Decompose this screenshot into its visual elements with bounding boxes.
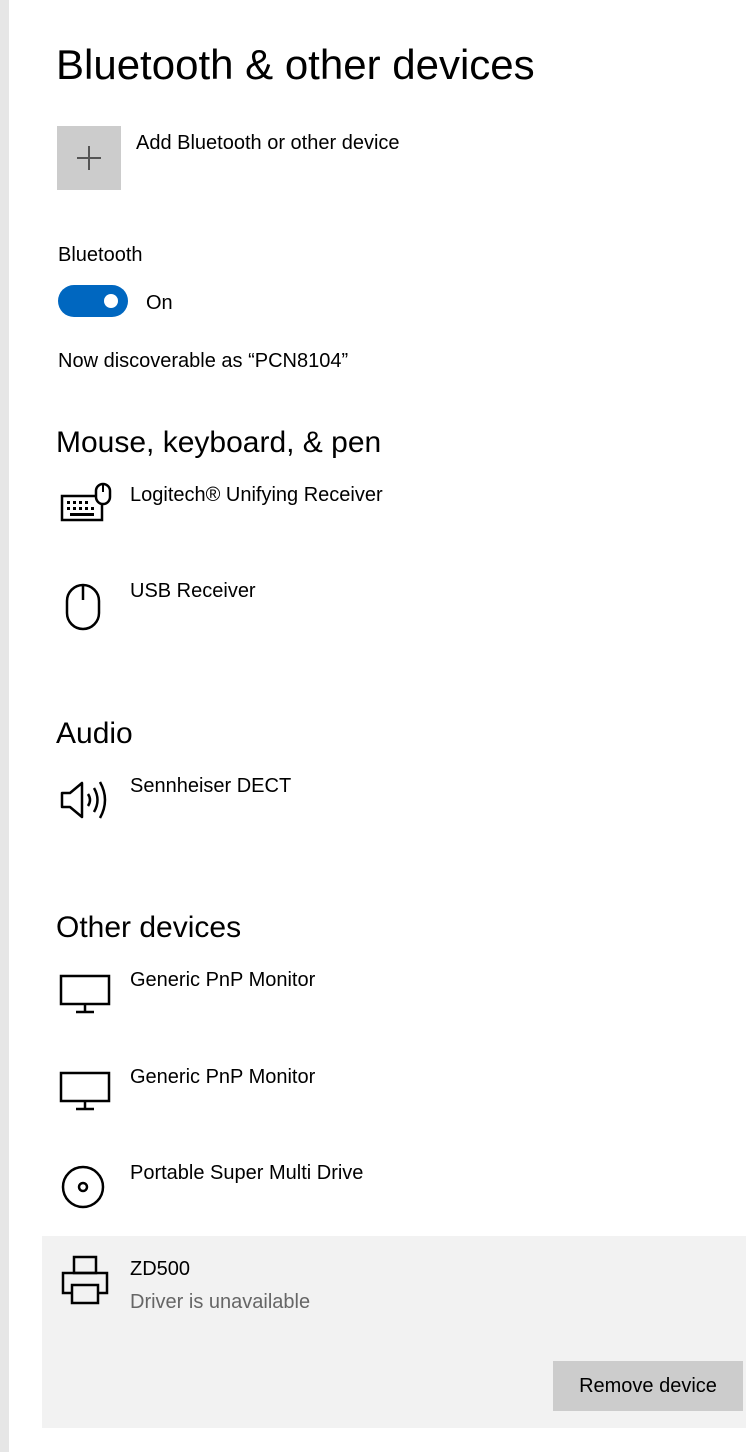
plus-icon <box>76 145 102 171</box>
add-device-button[interactable] <box>57 126 121 190</box>
device-name: ZD500 <box>130 1258 191 1280</box>
device-row-logitech[interactable]: Logitech® Unifying Receiver <box>56 476 736 536</box>
device-name: Logitech® Unifying Receiver <box>130 484 383 506</box>
monitor-icon <box>58 973 114 1015</box>
keyboard-icon <box>58 480 114 526</box>
section-title-audio: Audio <box>56 717 133 750</box>
speaker-icon <box>58 775 118 825</box>
device-row-usb-receiver[interactable]: USB Receiver <box>56 572 736 638</box>
remove-device-button[interactable]: Remove device <box>553 1361 743 1411</box>
device-name: Generic PnP Monitor <box>130 1066 316 1088</box>
device-row-monitor-2[interactable]: Generic PnP Monitor <box>56 1058 736 1118</box>
monitor-icon <box>58 1070 114 1112</box>
optical-drive-icon <box>58 1162 108 1212</box>
page-title: Bluetooth & other devices <box>56 41 535 88</box>
section-title-other-devices: Other devices <box>56 911 242 944</box>
discoverable-text: Now discoverable as “PCN8104” <box>58 350 349 372</box>
device-name: Portable Super Multi Drive <box>130 1162 364 1184</box>
bluetooth-state: On <box>146 292 173 314</box>
left-rail <box>0 0 9 1452</box>
device-row-monitor-1[interactable]: Generic PnP Monitor <box>56 961 736 1021</box>
device-row-optical-drive[interactable]: Portable Super Multi Drive <box>56 1154 736 1214</box>
section-title-mouse-keyboard-pen: Mouse, keyboard, & pen <box>56 426 382 459</box>
mouse-icon <box>64 582 104 634</box>
device-name: Sennheiser DECT <box>130 775 292 797</box>
device-name: USB Receiver <box>130 580 256 602</box>
bluetooth-toggle[interactable] <box>58 285 128 317</box>
printer-icon <box>58 1253 114 1311</box>
toggle-knob <box>104 294 118 308</box>
bluetooth-label: Bluetooth <box>58 244 143 266</box>
device-name: Generic PnP Monitor <box>130 969 316 991</box>
add-device-label[interactable]: Add Bluetooth or other device <box>136 130 400 156</box>
device-status: Driver is unavailable <box>130 1291 311 1313</box>
device-row-sennheiser[interactable]: Sennheiser DECT <box>56 767 736 827</box>
